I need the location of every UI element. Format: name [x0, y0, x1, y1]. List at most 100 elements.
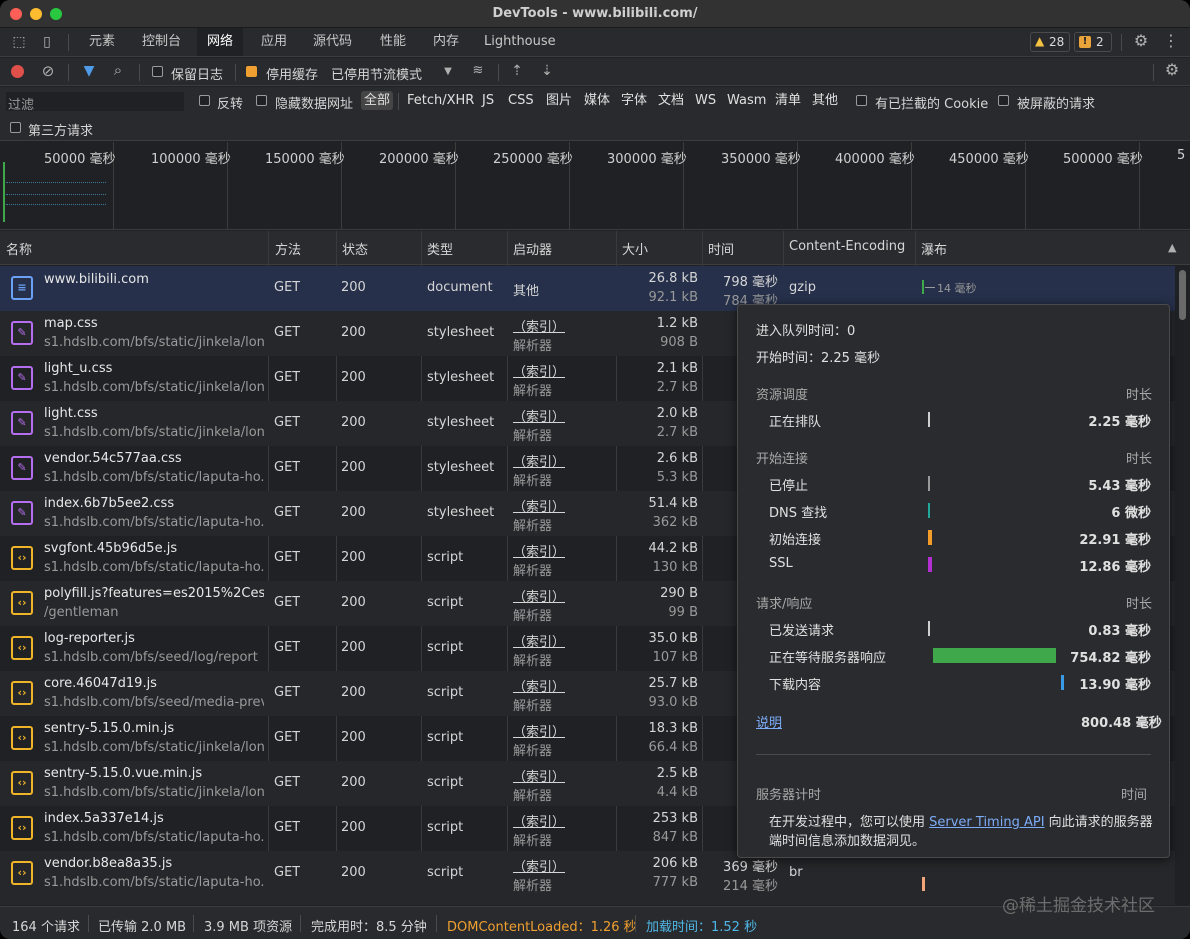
request-path: s1.hdslb.com/bfs/static/jinkela/lon... [44, 740, 264, 755]
filter-type-media[interactable]: 媒体 [581, 91, 613, 110]
filter-type-ws[interactable]: WS [692, 91, 719, 110]
search-icon[interactable]: ⌕ [109, 62, 127, 78]
issues-badge[interactable]: ! 2 [1074, 32, 1112, 52]
blocked-requests-checkbox[interactable] [998, 95, 1009, 106]
script-icon: ‹› [11, 771, 33, 795]
filter-input[interactable]: 过滤 [6, 92, 184, 113]
timeline-overview[interactable]: 50000 毫秒 100000 毫秒 150000 毫秒 200000 毫秒 2… [0, 142, 1190, 230]
timing-phase-value: 0.83 毫秒 [1088, 624, 1151, 639]
resource-size: 93.0 kB [648, 695, 698, 710]
initiator-link[interactable]: （索引） [513, 541, 565, 560]
issue-icon: ! [1079, 36, 1091, 48]
request-type: script [427, 820, 464, 835]
column-header-size[interactable]: 大小 [622, 239, 648, 258]
tab-console[interactable]: 控制台 [132, 28, 191, 56]
warnings-badge[interactable]: ▲ 28 [1030, 32, 1070, 52]
preserve-log-checkbox[interactable] [152, 66, 163, 77]
initiator-link[interactable]: （索引） [513, 631, 565, 650]
device-toolbar-icon[interactable]: ▯ [38, 34, 56, 50]
scrollbar-thumb[interactable] [1179, 270, 1186, 320]
filter-type-wasm[interactable]: Wasm [724, 91, 769, 110]
finish-time: 完成用时：8.5 分钟 [311, 920, 427, 935]
clear-icon[interactable]: ⊘ [39, 63, 57, 79]
transfer-size: 2.0 kB [656, 406, 698, 421]
filter-type-fetch-xhr[interactable]: Fetch/XHR [404, 91, 477, 110]
throttling-select[interactable]: 已停用节流模式 [331, 64, 422, 83]
column-header-time[interactable]: 时间 [708, 239, 734, 258]
export-har-icon[interactable]: ⇣ [539, 63, 555, 79]
column-header-type[interactable]: 类型 [427, 239, 453, 258]
filter-placeholder: 过滤 [8, 98, 35, 113]
initiator-link[interactable]: （索引） [513, 811, 565, 830]
column-header-name[interactable]: 名称 [6, 239, 32, 258]
inspect-element-icon[interactable]: ⬚ [10, 34, 28, 50]
column-header-content-encoding[interactable]: Content-Encoding [789, 239, 905, 254]
initiator-link[interactable]: （索引） [513, 451, 565, 470]
filter-type-manifest[interactable]: 清单 [772, 91, 804, 110]
initiator-link[interactable]: （索引） [513, 361, 565, 380]
request-name: index.5a337e14.js [44, 811, 164, 826]
initiator-link[interactable]: （索引） [513, 721, 565, 740]
initiator-link[interactable]: （索引） [513, 856, 565, 875]
initiator-link[interactable]: （索引） [513, 766, 565, 785]
third-party-checkbox[interactable] [10, 122, 21, 133]
request-status: 200 [341, 775, 366, 790]
dom-content-loaded-time: DOMContentLoaded：1.26 秒 [447, 920, 637, 935]
filter-type-font[interactable]: 字体 [618, 91, 650, 110]
request-method: GET [274, 550, 301, 565]
request-type: script [427, 595, 464, 610]
network-settings-gear-icon[interactable]: ⚙ [1163, 62, 1181, 78]
tab-network[interactable]: 网络 [197, 28, 244, 56]
transfer-size: 44.2 kB [648, 541, 698, 556]
tab-sources[interactable]: 源代码 [303, 28, 362, 56]
initiator-link[interactable]: （索引） [513, 676, 565, 695]
initiator-link[interactable]: 其他 [513, 280, 539, 299]
server-timing-api-link[interactable]: Server Timing API [929, 815, 1044, 830]
explanation-link[interactable]: 说明 [756, 712, 782, 731]
tab-performance[interactable]: 性能 [370, 28, 416, 56]
column-header-waterfall[interactable]: 瀑布 [921, 239, 947, 258]
more-options-icon[interactable]: ⋮ [1162, 33, 1180, 49]
filter-type-css[interactable]: CSS [505, 91, 537, 110]
settings-gear-icon[interactable]: ⚙ [1132, 33, 1150, 49]
filter-type-img[interactable]: 图片 [543, 91, 575, 110]
resource-size: 107 kB [652, 650, 698, 665]
request-method: GET [274, 325, 301, 340]
chevron-down-icon[interactable]: ▼ [441, 64, 455, 80]
import-har-icon[interactable]: ⇡ [509, 63, 525, 79]
blocked-cookies-checkbox[interactable] [856, 95, 867, 106]
sort-ascending-icon[interactable]: ▲ [1168, 241, 1176, 254]
request-name: sentry-5.15.0.min.js [44, 721, 175, 736]
tab-memory[interactable]: 内存 [423, 28, 469, 56]
initiator-link[interactable]: （索引） [513, 406, 565, 425]
request-name: core.46047d19.js [44, 676, 157, 691]
timing-phase-label: 已发送请求 [769, 624, 835, 639]
vertical-scrollbar[interactable] [1176, 266, 1190, 905]
initiator-link[interactable]: （索引） [513, 586, 565, 605]
hide-data-urls-checkbox[interactable] [256, 95, 267, 106]
filter-type-js[interactable]: JS [479, 91, 497, 110]
stylesheet-icon: ✎ [11, 456, 33, 480]
column-header-method[interactable]: 方法 [275, 239, 301, 258]
request-table-header: 名称 方法 状态 类型 启动器 大小 时间 Content-Encoding 瀑… [0, 231, 1190, 265]
disable-cache-checkbox[interactable] [246, 66, 257, 77]
initiator-link[interactable]: （索引） [513, 316, 565, 335]
filter-icon[interactable]: ▼ [80, 63, 98, 79]
invert-checkbox[interactable] [199, 95, 210, 106]
column-header-status[interactable]: 状态 [342, 239, 368, 258]
table-row[interactable] [0, 896, 1175, 905]
record-button[interactable] [11, 65, 24, 78]
filter-type-doc[interactable]: 文档 [655, 91, 687, 110]
waterfall-bar [922, 877, 925, 891]
tab-application[interactable]: 应用 [251, 28, 297, 56]
request-status: 200 [341, 640, 366, 655]
initiator-link[interactable]: （索引） [513, 496, 565, 515]
tab-elements[interactable]: 元素 [79, 28, 125, 56]
request-count: 164 个请求 [12, 920, 80, 935]
filter-type-all[interactable]: 全部 [361, 91, 394, 110]
tab-lighthouse[interactable]: Lighthouse [474, 28, 566, 56]
resource-size: 362 kB [652, 515, 698, 530]
column-header-initiator[interactable]: 启动器 [513, 239, 552, 258]
network-conditions-icon[interactable]: ≋ [468, 63, 488, 79]
filter-type-other[interactable]: 其他 [809, 91, 841, 110]
